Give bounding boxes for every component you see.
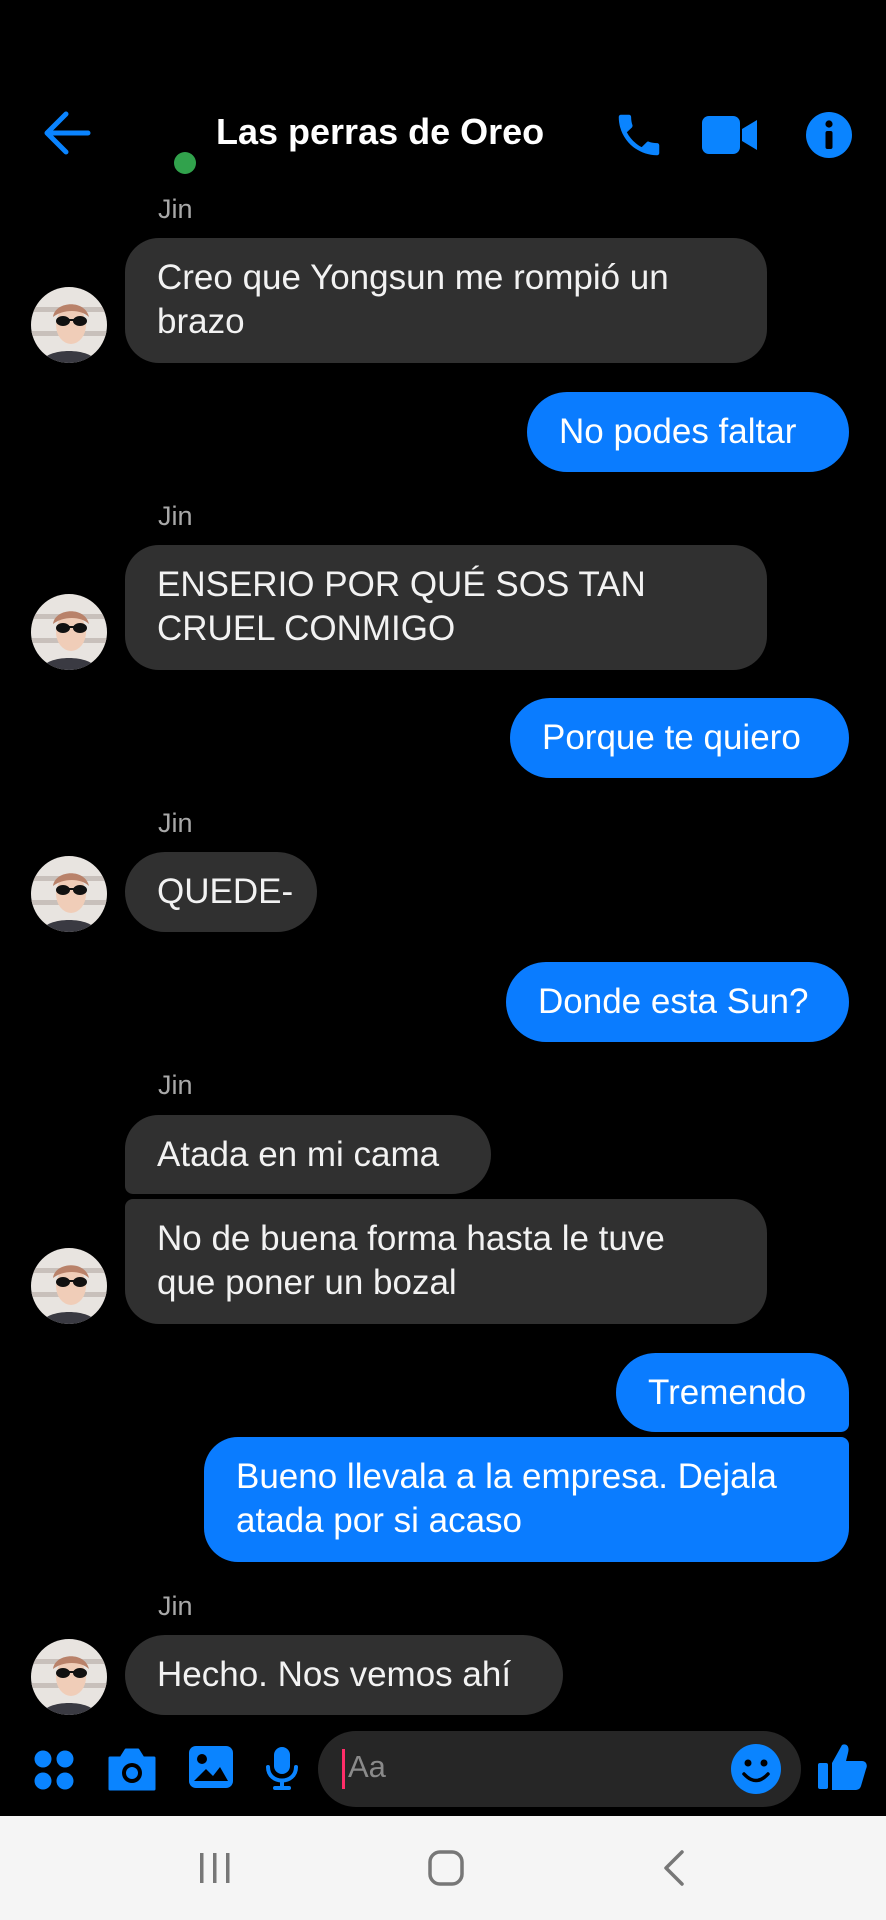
outgoing-message-bubble[interactable]: Porque te quiero <box>510 698 849 778</box>
message-input[interactable]: Aa <box>318 1731 801 1807</box>
emoji-icon[interactable] <box>730 1743 782 1795</box>
message-line: No de buena forma hasta le tuve <box>157 1219 665 1258</box>
message-line: Tremendo <box>648 1373 807 1412</box>
message-line: Porque te quiero <box>542 718 801 757</box>
outgoing-message-bubble[interactable]: Tremendo <box>616 1353 849 1432</box>
incoming-message-bubble[interactable]: Hecho. Nos vemos ahí <box>125 1635 563 1715</box>
outgoing-message-bubble[interactable]: Donde esta Sun? <box>506 962 849 1042</box>
avatar[interactable] <box>31 594 107 670</box>
avatar[interactable] <box>31 1639 107 1715</box>
incoming-message-bubble[interactable]: ENSERIO POR QUÉ SOS TAN CRUEL CONMIGO <box>125 545 767 670</box>
video-camera-icon[interactable] <box>700 112 760 158</box>
avatar[interactable] <box>31 1248 107 1324</box>
like-thumbs-up-icon[interactable] <box>816 1741 868 1793</box>
recent-apps-icon[interactable] <box>196 1851 234 1885</box>
outgoing-message-bubble[interactable]: No podes faltar <box>527 392 849 472</box>
message-line: QUEDE- <box>157 872 294 911</box>
sender-name: Jin <box>158 1591 193 1621</box>
back-arrow-icon[interactable] <box>40 108 92 158</box>
phone-icon[interactable] <box>610 108 668 162</box>
apps-menu-icon[interactable] <box>33 1749 75 1791</box>
online-status-dot <box>174 152 196 174</box>
message-input-placeholder: Aa <box>348 1749 386 1784</box>
message-line: Atada en mi cama <box>157 1135 440 1174</box>
home-icon[interactable] <box>426 1848 466 1888</box>
conversation-title[interactable]: Las perras de Oreo <box>216 111 544 153</box>
avatar[interactable] <box>31 856 107 932</box>
message-line: ENSERIO POR QUÉ SOS TAN <box>157 565 646 604</box>
message-line: No podes faltar <box>559 412 797 451</box>
incoming-message-bubble[interactable]: Atada en mi cama <box>125 1115 491 1194</box>
back-nav-icon[interactable] <box>660 1848 688 1888</box>
message-line: Donde esta Sun? <box>538 982 809 1021</box>
message-line: brazo <box>157 302 245 341</box>
sender-name: Jin <box>158 194 193 224</box>
text-cursor <box>342 1749 345 1789</box>
outgoing-message-bubble[interactable]: Bueno llevala a la empresa. Dejala atada… <box>204 1437 849 1562</box>
avatar[interactable] <box>31 287 107 363</box>
incoming-message-bubble[interactable]: No de buena forma hasta le tuve que pone… <box>125 1199 767 1324</box>
microphone-icon[interactable] <box>264 1745 300 1791</box>
message-line: CRUEL CONMIGO <box>157 609 456 648</box>
gallery-icon[interactable] <box>187 1744 235 1790</box>
message-line: que poner un bozal <box>157 1263 457 1302</box>
sender-name: Jin <box>158 501 193 531</box>
message-line: Bueno llevala a la empresa. Dejala <box>236 1457 777 1496</box>
system-navigation-bar <box>0 1816 886 1920</box>
message-line: Hecho. Nos vemos ahí <box>157 1655 512 1694</box>
incoming-message-bubble[interactable]: Creo que Yongsun me rompió un brazo <box>125 238 767 363</box>
info-icon[interactable] <box>804 110 854 160</box>
sender-name: Jin <box>158 1070 193 1100</box>
camera-icon[interactable] <box>106 1746 158 1792</box>
message-line: atada por si acaso <box>236 1501 523 1540</box>
message-line: Creo que Yongsun me rompió un <box>157 258 669 297</box>
incoming-message-bubble[interactable]: QUEDE- <box>125 852 317 932</box>
sender-name: Jin <box>158 808 193 838</box>
